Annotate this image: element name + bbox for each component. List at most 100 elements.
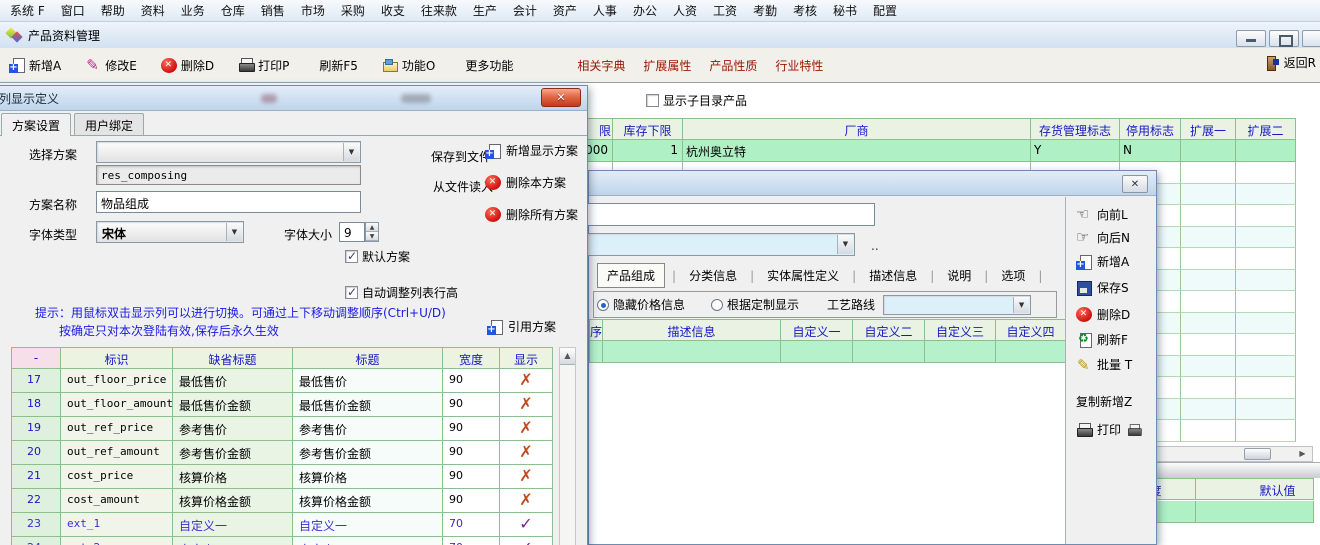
side-button-向前L[interactable]: 向前L [1076, 206, 1128, 223]
table-row[interactable]: 19out_ref_price参考售价参考售价90✗ [12, 417, 553, 441]
select-scheme-combo[interactable]: ▼ [96, 141, 361, 163]
browse-dots-button[interactable]: .. [871, 239, 879, 253]
dialog1-close-icon[interactable]: ✕ [541, 88, 581, 107]
menu-item[interactable]: 人资 [665, 0, 705, 21]
table-row[interactable]: 24ext_2自定义二自定义二70✓ [12, 537, 553, 545]
menu-item[interactable]: 配置 [865, 0, 905, 21]
menu-item[interactable]: 考勤 [745, 0, 785, 21]
add-scheme-button[interactable]: 新增显示方案 [485, 142, 578, 159]
menu-item[interactable]: 采购 [333, 0, 373, 21]
side-button-向后N[interactable]: 向后N [1076, 229, 1130, 246]
table-row[interactable]: 22cost_amount核算价格金额核算价格金额90✗ [12, 489, 553, 513]
menu-item[interactable]: 仓库 [213, 0, 253, 21]
hide-price-radio[interactable] [597, 299, 609, 311]
tab-用户绑定[interactable]: 用户绑定 [74, 113, 144, 136]
red-link[interactable]: 产品性质 [709, 57, 757, 74]
toolbar-button-更多功能[interactable]: 更多功能 [450, 53, 522, 78]
tab-描述信息[interactable]: 描述信息 [863, 264, 923, 287]
close-button[interactable] [1302, 30, 1320, 47]
read-from-file-link[interactable]: 从文件读入 [433, 178, 493, 195]
route-combo[interactable]: ▼ [883, 295, 1031, 315]
chevron-down-icon[interactable]: ▼ [226, 223, 242, 241]
menu-item[interactable]: 帮助 [93, 0, 133, 21]
table-row[interactable]: 17out_floor_price最低售价最低售价90✗ [12, 369, 553, 393]
grid-cell [1181, 140, 1236, 162]
scrollbar-right-arrow[interactable]: ▶ [1295, 447, 1310, 461]
product-name-input[interactable] [587, 203, 875, 226]
table-row[interactable]: 21cost_price核算价格核算价格90✗ [12, 465, 553, 489]
chevron-down-icon[interactable]: ▼ [343, 143, 359, 161]
toolbar-button-删除D[interactable]: 删除D [152, 53, 223, 78]
tab-产品组成[interactable]: 产品组成 [597, 263, 665, 288]
menu-item[interactable]: 人事 [585, 0, 625, 21]
menu-item[interactable]: 工资 [705, 0, 745, 21]
red-link[interactable]: 行业特性 [775, 57, 823, 74]
tab-说明[interactable]: 说明 [941, 264, 977, 287]
tab-分类信息[interactable]: 分类信息 [683, 264, 743, 287]
table-row[interactable]: 20out_ref_amount参考售价金额参考售价金额90✗ [12, 441, 553, 465]
spinner-down-icon[interactable]: ▼ [366, 232, 378, 241]
product-select-combo[interactable]: ▼ [587, 233, 855, 256]
menu-item[interactable]: 业务 [173, 0, 213, 21]
restore-button[interactable] [1269, 30, 1299, 47]
chevron-down-icon[interactable]: ▼ [1013, 297, 1029, 313]
side-button-新增A[interactable]: 新增A [1076, 253, 1129, 270]
custom-display-radio[interactable] [711, 299, 723, 311]
toolbar-button-新增A[interactable]: 新增A [0, 53, 70, 78]
menu-item[interactable]: 秘书 [825, 0, 865, 21]
menu-item[interactable]: 考核 [785, 0, 825, 21]
red-link[interactable]: 扩展属性 [643, 57, 691, 74]
menu-item[interactable]: 窗口 [53, 0, 93, 21]
side-button-保存S[interactable]: 保存S [1076, 279, 1129, 296]
toolbar-button-打印P[interactable]: 打印P [229, 53, 298, 78]
return-button[interactable]: 返回R [1264, 54, 1316, 71]
side-button-打印[interactable]: 打印 [1076, 421, 1142, 438]
red-link[interactable]: 相关字典 [577, 57, 625, 74]
menu-item[interactable]: 系统 F [2, 0, 53, 21]
toolbar-button-label: 删除D [181, 57, 214, 74]
tab-实体属性定义[interactable]: 实体属性定义 [761, 264, 845, 287]
table-cell: 21 [12, 465, 61, 489]
minimize-button[interactable] [1236, 30, 1266, 47]
side-button-复制新增Z[interactable]: 复制新增Z [1076, 393, 1132, 410]
menu-item[interactable]: 资产 [545, 0, 585, 21]
scheme-name-input[interactable]: 物品组成 [96, 191, 361, 213]
chevron-down-icon[interactable]: ▼ [837, 235, 853, 254]
vertical-scrollbar[interactable]: ▲ [559, 347, 576, 545]
composition-empty-row[interactable] [590, 341, 1066, 363]
font-size-spinner[interactable]: ▲ ▼ [365, 222, 379, 242]
toolbar-button-功能O[interactable]: 功能O [373, 53, 444, 78]
delete-scheme-button[interactable]: 删除本方案 [485, 174, 566, 191]
save-to-file-link[interactable]: 保存到文件 [431, 148, 491, 165]
tab-方案设置[interactable]: 方案设置 [1, 113, 71, 136]
menu-item[interactable]: 往来款 [413, 0, 465, 21]
ref-scheme-button[interactable]: 引用方案 [487, 318, 556, 335]
table-row[interactable]: 18out_floor_amount最低售价金额最低售价金额90✗ [12, 393, 553, 417]
menu-item[interactable]: 会计 [505, 0, 545, 21]
tab-选项[interactable]: 选项 [995, 264, 1031, 287]
auto-row-height-checkbox[interactable]: 自动调整列表行高 [345, 284, 458, 301]
menu-item[interactable]: 销售 [253, 0, 293, 21]
delete-all-schemes-button[interactable]: 删除所有方案 [485, 206, 578, 223]
side-button-删除D[interactable]: 删除D [1076, 306, 1130, 323]
font-size-input[interactable]: 9 [339, 222, 365, 242]
show-subdir-checkbox[interactable]: 显示子目录产品 [646, 92, 747, 109]
toolbar-button-修改E[interactable]: 修改E [76, 53, 146, 78]
menu-item[interactable]: 生产 [465, 0, 505, 21]
scrollbar-up-arrow[interactable]: ▲ [560, 348, 575, 365]
side-button-刷新F[interactable]: 刷新F [1076, 331, 1128, 348]
font-type-combo[interactable]: 宋体 ▼ [96, 221, 244, 243]
side-button-批量 T[interactable]: 批量 T [1076, 356, 1132, 373]
menu-item[interactable]: 办公 [625, 0, 665, 21]
grid-selected-row[interactable]: 0001杭州奥立特YN [561, 140, 1296, 162]
dialog2-close-icon[interactable]: ✕ [1122, 175, 1148, 193]
spinner-up-icon[interactable]: ▲ [366, 223, 378, 232]
toolbar-button-刷新F5[interactable]: 刷新F5 [304, 53, 367, 78]
menu-item[interactable]: 收支 [373, 0, 413, 21]
table-row[interactable]: 23ext_1自定义一自定义一70✓ [12, 513, 553, 537]
scrollbar-thumb[interactable] [1244, 448, 1271, 460]
menu-item[interactable]: 市场 [293, 0, 333, 21]
default-scheme-checkbox[interactable]: 默认方案 [345, 248, 410, 265]
add-scheme-icon [485, 143, 501, 159]
menu-item[interactable]: 资料 [133, 0, 173, 21]
